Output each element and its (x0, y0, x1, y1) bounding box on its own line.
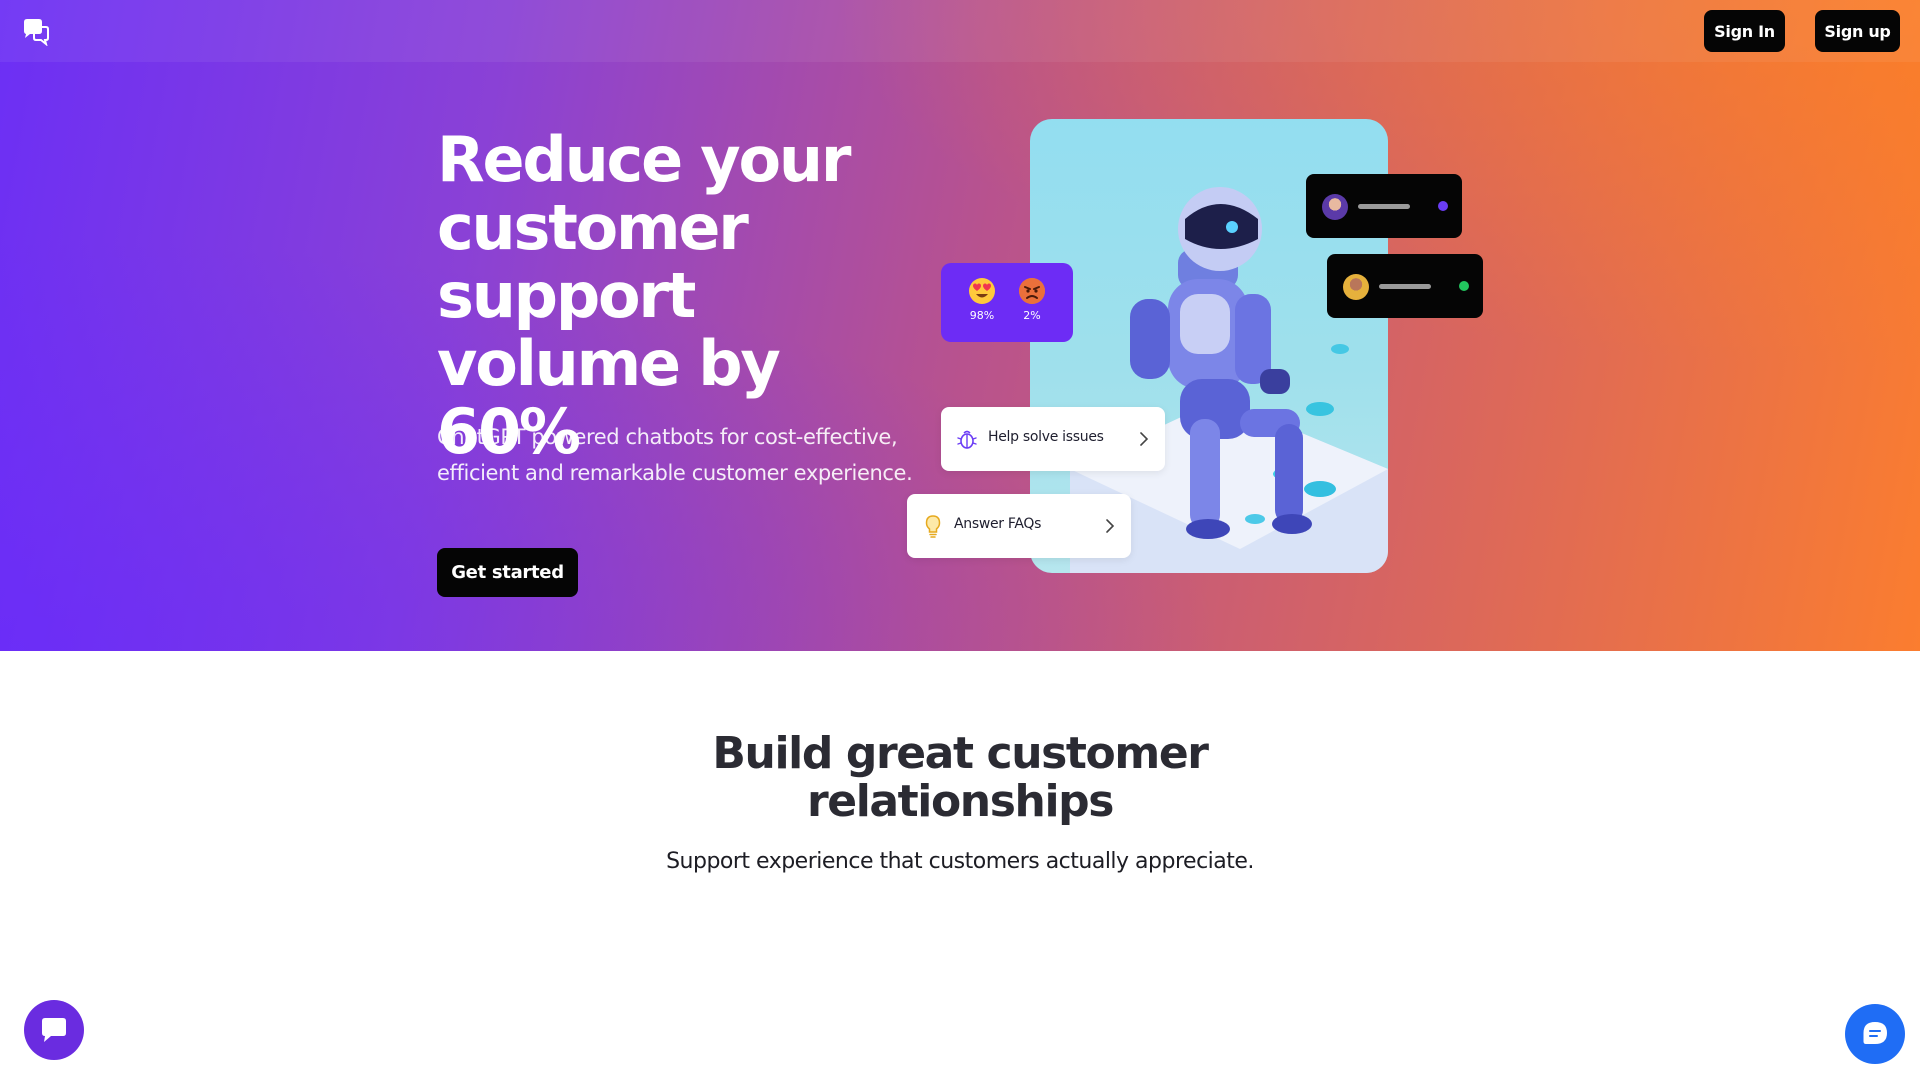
chat-launcher-right[interactable] (1845, 1004, 1905, 1064)
status-dot (1459, 281, 1469, 291)
sentiment-negative: 2% (1012, 277, 1052, 322)
message-icon (1863, 1022, 1887, 1044)
answer-faqs-card[interactable]: Answer FAQs (907, 494, 1131, 558)
user-card (1327, 254, 1483, 318)
sentiment-positive: 98% (962, 277, 1002, 322)
hero-headline: Reduce your customer support volume by 6… (437, 123, 851, 468)
sign-up-button[interactable]: Sign up (1815, 10, 1900, 52)
hero-subheadline: ChatGPT powered chatbots for cost-effect… (437, 425, 913, 485)
avatar (1322, 194, 1348, 220)
section-subtitle: Support experience that customers actual… (666, 849, 1254, 874)
help-card-label: Help solve issues (988, 429, 1104, 445)
section-title: Build great customer relationships (712, 728, 1209, 827)
sentiment-value: 2% (1023, 309, 1041, 322)
faq-card-label: Answer FAQs (954, 516, 1042, 532)
chevron-right-icon (1106, 519, 1115, 533)
get-started-button[interactable]: Get started (437, 548, 578, 597)
status-dot (1438, 201, 1448, 211)
chat-bubble-icon (42, 1018, 66, 1042)
placeholder-bar (1358, 204, 1410, 209)
bug-icon (957, 430, 977, 449)
avatar (1343, 274, 1369, 300)
chevron-right-icon (1140, 432, 1149, 446)
angry-face-icon (1019, 278, 1045, 304)
help-solve-issues-card[interactable]: Help solve issues (941, 407, 1165, 471)
heart-eyes-icon (969, 278, 995, 304)
lightbulb-icon (925, 515, 941, 538)
sentiment-card: 98% 2% (941, 263, 1073, 342)
top-navigation-bar: Sign In Sign up (0, 0, 1920, 62)
user-card (1306, 174, 1462, 238)
hero-section: Sign In Sign up Reduce your customer sup… (0, 0, 1920, 651)
sentiment-value: 98% (969, 309, 995, 322)
chat-launcher-left[interactable] (24, 1000, 84, 1060)
chat-bubbles-icon[interactable] (22, 18, 50, 46)
sign-in-button[interactable]: Sign In (1704, 10, 1785, 52)
placeholder-bar (1379, 284, 1431, 289)
